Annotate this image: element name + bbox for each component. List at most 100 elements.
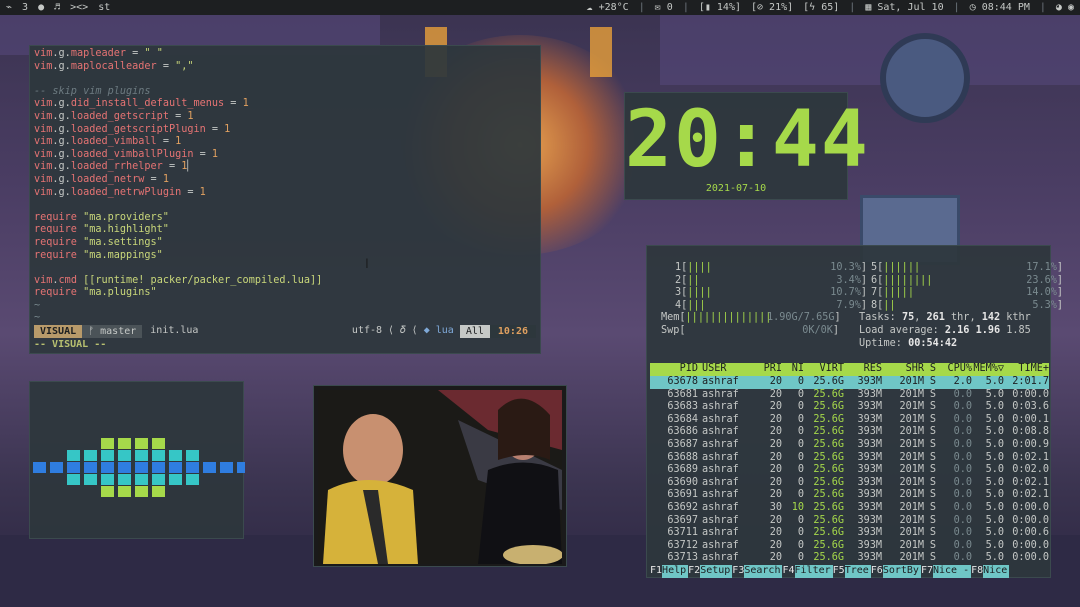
code-line[interactable]: require "ma.mappings": [34, 250, 536, 263]
code-line[interactable]: vim.g.loaded_vimball = 1: [34, 136, 536, 149]
fkey-f2[interactable]: F2: [688, 565, 700, 578]
mail-icon: ✉: [654, 2, 661, 13]
image-viewer[interactable]: [313, 385, 567, 567]
code-line[interactable]: vim.g.loaded_getscript = 1: [34, 111, 536, 124]
table-row[interactable]: 63697 ashraf 20 0 25.6G 393M 201M S 0.0 5.0 0:00.0: [650, 515, 1049, 528]
code-line[interactable]: [34, 199, 536, 212]
column-header-res[interactable]: RES: [844, 363, 882, 376]
fkey-label-sortby[interactable]: SortBy: [882, 565, 921, 578]
table-cell: 0:00.0: [1012, 539, 1049, 551]
table-row[interactable]: 63713 ashraf 20 0 25.6G 393M 201M S 0.0 5.0 0:00.0: [650, 552, 1049, 565]
column-header-ni[interactable]: NI: [782, 363, 804, 376]
table-row[interactable]: 63681 ashraf 20 0 25.6G 393M 201M S 0.0 5.0 0:00.0: [650, 389, 1049, 402]
fkey-f6[interactable]: F6: [871, 565, 883, 578]
fkey-label-setup[interactable]: Setup: [700, 565, 733, 578]
status-bar: ⌁ 3 ● ♬ ><> st ☁ +28°C | ✉ 0 | [▮ 14%] […: [0, 0, 1080, 15]
tray-icons[interactable]: ◕ ◉: [1056, 2, 1074, 13]
column-header-s[interactable]: S: [924, 363, 936, 376]
load-1min: 2.16: [944, 325, 970, 336]
column-header-cpu[interactable]: CPU%: [936, 363, 972, 376]
code-line[interactable]: -- skip vim plugins: [34, 86, 536, 99]
code-line[interactable]: require "ma.plugins": [34, 287, 536, 300]
fkey-label-help[interactable]: Help: [662, 565, 689, 578]
fkey-f5[interactable]: F5: [833, 565, 845, 578]
code-line[interactable]: vim.g.loaded_netrw = 1: [34, 174, 536, 187]
code-line[interactable]: vim.g.loaded_vimballPlugin = 1: [34, 149, 536, 162]
code-line[interactable]: require "ma.settings": [34, 237, 536, 250]
column-header-shr[interactable]: SHR: [882, 363, 924, 376]
code-line[interactable]: ~: [34, 312, 536, 325]
code-line[interactable]: [34, 73, 536, 86]
process-table-header[interactable]: PID USER PRI NI VIRT RES SHR S CPU% MEM%▽ TIME+: [650, 363, 1049, 376]
table-row[interactable]: 63690 ashraf 20 0 25.6G 393M 201M S 0.0 5.0 0:02.1: [650, 477, 1049, 490]
music-note-icon[interactable]: ♬: [54, 2, 60, 13]
workspace-number[interactable]: 3: [22, 2, 28, 13]
table-cell: 63683: [667, 401, 698, 413]
table-cell: 0:02.0: [1012, 464, 1049, 476]
code-line[interactable]: vim.g.did_install_default_menus = 1: [34, 98, 536, 111]
table-cell: 393M: [857, 439, 882, 450]
column-header-pri[interactable]: PRI: [748, 363, 782, 376]
table-row[interactable]: 63689 ashraf 20 0 25.6G 393M 201M S 0.0 5.0 0:02.0: [650, 464, 1049, 477]
code-line[interactable]: ~: [34, 300, 536, 313]
terminal-icon[interactable]: ⌁: [6, 2, 12, 13]
table-cell: 0: [797, 401, 804, 413]
fkey-label-nice[interactable]: Nice: [983, 565, 1010, 578]
table-cell: ashraf: [702, 426, 739, 438]
column-header-time[interactable]: TIME+: [1004, 363, 1049, 376]
table-row[interactable]: 63691 ashraf 20 0 25.6G 393M 201M S 0.0 5.0 0:02.1: [650, 489, 1049, 502]
table-row[interactable]: 63686 ashraf 20 0 25.6G 393M 201M S 0.0 5.0 0:08.8: [650, 426, 1049, 439]
fkey-label-tree[interactable]: Tree: [844, 565, 871, 578]
column-header-user[interactable]: USER: [698, 363, 748, 376]
code-line[interactable]: vim.g.maplocalleader = ",": [34, 61, 536, 74]
table-cell: 25.6G: [813, 527, 844, 539]
table-row[interactable]: 63678 ashraf 20 0 25.6G 393M 201M S 2.0 5.0 2:01.7: [650, 376, 1049, 389]
table-cell: 393M: [857, 426, 882, 438]
table-cell: 20: [769, 476, 782, 488]
fkey-label-filter[interactable]: Filter: [794, 565, 833, 578]
code-line[interactable]: vim.g.loaded_rrhelper = 1▏: [34, 161, 536, 174]
table-cell: 0.0: [953, 401, 972, 413]
fkey-f1[interactable]: F1: [650, 565, 662, 578]
code-line[interactable]: vim.cmd [[runtime! packer/packer_compile…: [34, 275, 536, 288]
table-row[interactable]: 63711 ashraf 20 0 25.6G 393M 201M S 0.0 5.0 0:00.6: [650, 527, 1049, 540]
table-cell: 25.6G: [813, 464, 844, 476]
table-cell: 393M: [857, 502, 882, 513]
column-header-mem[interactable]: MEM%▽: [972, 363, 1004, 376]
table-cell: 5.0: [985, 489, 1004, 501]
table-row[interactable]: 63687 ashraf 20 0 25.6G 393M 201M S 0.0 5.0 0:00.9: [650, 439, 1049, 452]
chat-bubble-icon[interactable]: ●: [38, 2, 44, 13]
code-line[interactable]: vim.g.mapleader = " ": [34, 48, 536, 61]
table-row[interactable]: 63688 ashraf 20 0 25.6G 393M 201M S 0.0 5.0 0:02.1: [650, 452, 1049, 465]
code-line[interactable]: require "ma.providers": [34, 212, 536, 225]
code-line[interactable]: vim.g.loaded_getscriptPlugin = 1: [34, 124, 536, 137]
discord-icon[interactable]: ◉: [1068, 2, 1074, 13]
code-line[interactable]: vim.g.loaded_netrwPlugin = 1: [34, 187, 536, 200]
fkey-label-nice[interactable]: Nice -: [933, 565, 972, 578]
htop-function-keys[interactable]: F1 Help F2 Setup F3 Search F4 Filter F5 Tree F6 Sor…: [650, 565, 1010, 578]
code-buffer[interactable]: vim.g.mapleader = " " vim.g.maplocalleade…: [34, 48, 536, 325]
time-module: ◷ 08:44 PM: [970, 2, 1030, 13]
code-line[interactable]: [34, 262, 536, 275]
table-cell: 393M: [857, 489, 882, 501]
table-row[interactable]: 63684 ashraf 20 0 25.6G 393M 201M S 0.0 5.0 0:00.1: [650, 414, 1049, 427]
fkey-f8[interactable]: F8: [971, 565, 983, 578]
fkey-label-search[interactable]: Search: [744, 565, 783, 578]
neovim-window[interactable]: vim.g.mapleader = " " vim.g.maplocalleade…: [29, 45, 541, 354]
file-encoding: utf-8 ⟨ 𝛿 ⟨: [351, 325, 418, 337]
fkey-f4[interactable]: F4: [782, 565, 794, 578]
fkey-f3[interactable]: F3: [732, 565, 744, 578]
visualizer-bar-segment: [33, 462, 46, 473]
column-header-pid[interactable]: PID: [650, 363, 698, 376]
htop-window[interactable]: 1[|||| 10.3%] 2[|| 3.4%] 3[|||| 10.7%] 4[||| 7.…: [646, 245, 1063, 578]
table-row[interactable]: 63683 ashraf 20 0 25.6G 393M 201M S 0.0 5.0 0:03.6: [650, 401, 1049, 414]
code-line[interactable]: require "ma.highlight": [34, 224, 536, 237]
column-header-virt[interactable]: VIRT: [804, 363, 844, 376]
fkey-f7[interactable]: F7: [921, 565, 933, 578]
table-row[interactable]: 63692 ashraf 30 10 25.6G 393M 201M S 0.0 5.0 0:00.…: [650, 502, 1049, 515]
code-token: 1: [224, 123, 231, 135]
network-icon[interactable]: ◕: [1056, 2, 1062, 13]
code-workspace-label[interactable]: ><>: [70, 2, 88, 13]
table-row[interactable]: 63712 ashraf 20 0 25.6G 393M 201M S 0.0 5.0 0:00.0: [650, 540, 1049, 553]
table-cell: 0: [797, 464, 804, 476]
